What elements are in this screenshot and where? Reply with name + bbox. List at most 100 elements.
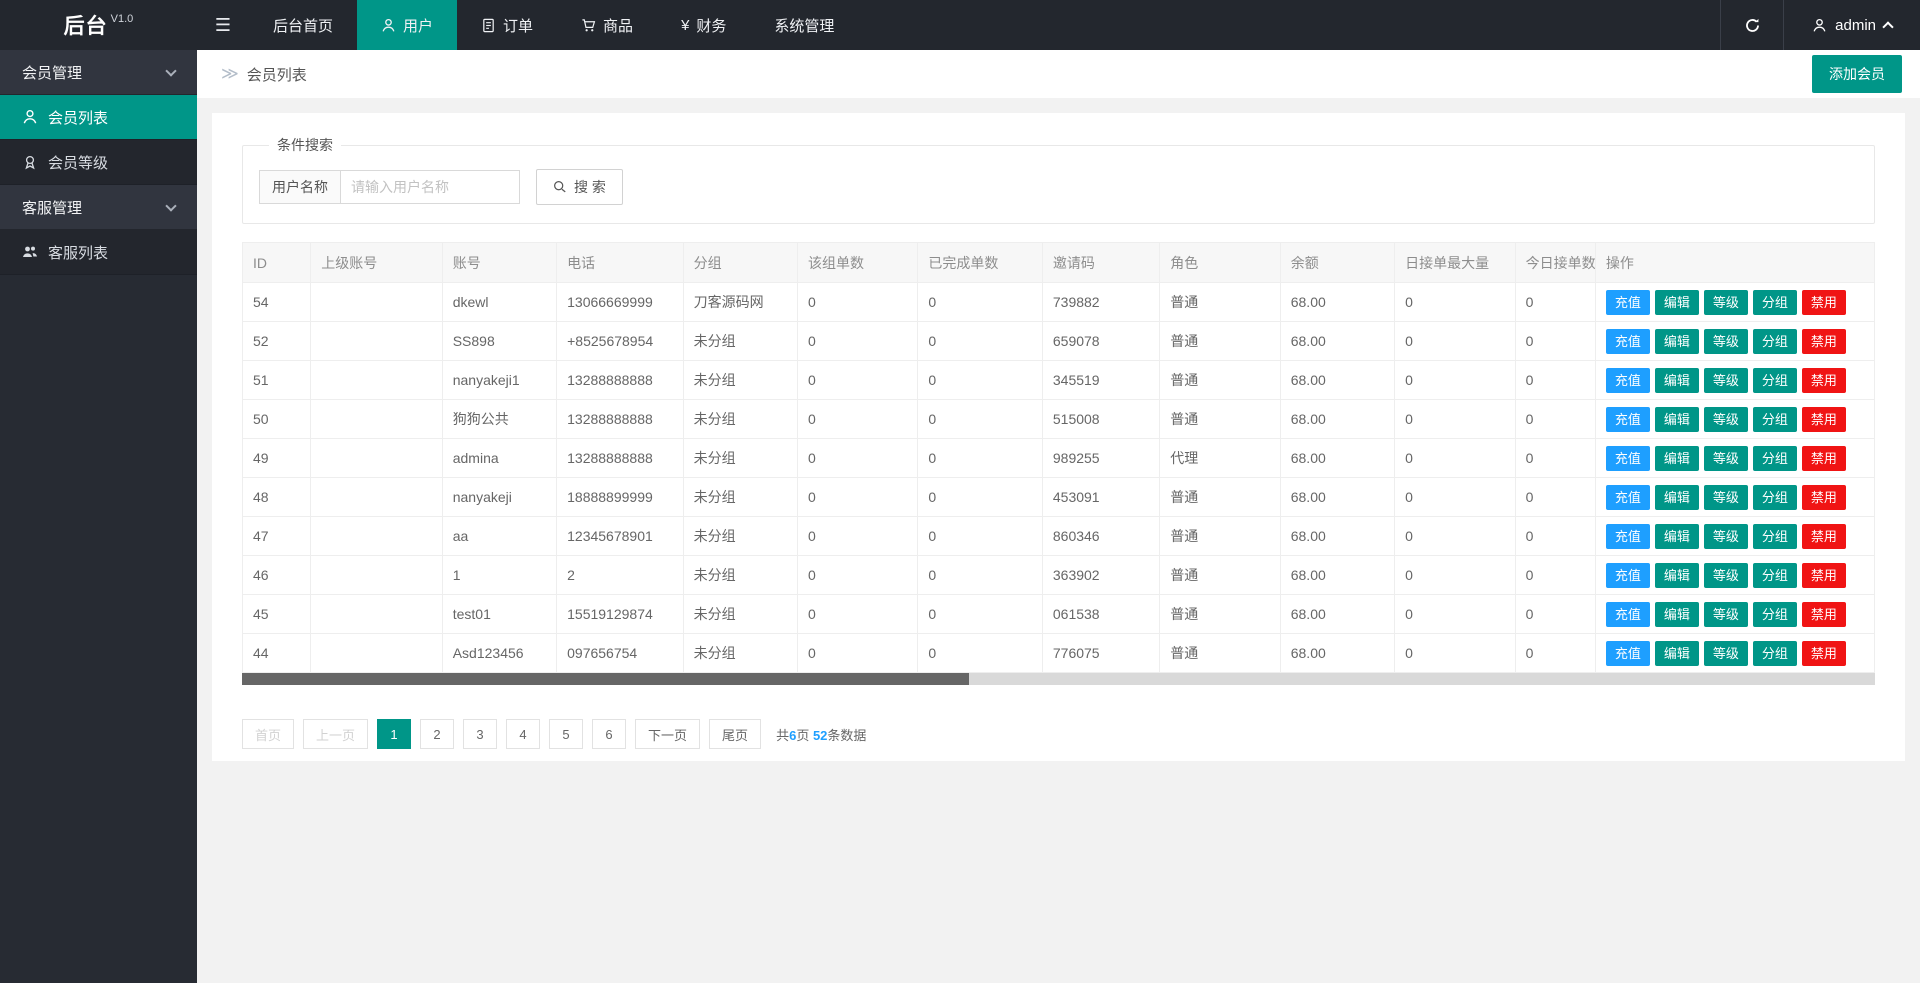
page-button-3[interactable]: 3 bbox=[463, 719, 497, 749]
disable-button[interactable]: 禁用 bbox=[1802, 329, 1846, 354]
sidebar-item-1-2[interactable]: 会员等级 bbox=[0, 140, 197, 185]
total-records: 52 bbox=[813, 728, 827, 743]
group-button[interactable]: 分组 bbox=[1753, 563, 1797, 588]
disable-button[interactable]: 禁用 bbox=[1802, 524, 1846, 549]
app-logo: 后台 V1.0 bbox=[0, 0, 197, 50]
sidebar-item-2-1[interactable]: 客服列表 bbox=[0, 230, 197, 275]
level-button[interactable]: 等级 bbox=[1704, 329, 1748, 354]
recharge-button[interactable]: 充值 bbox=[1606, 563, 1650, 588]
add-member-button[interactable]: 添加会员 bbox=[1812, 55, 1902, 93]
edit-button[interactable]: 编辑 bbox=[1655, 485, 1699, 510]
page-button-1[interactable]: 1 bbox=[377, 719, 411, 749]
table-row: 44Asd123456097656754未分组00776075普通68.0000… bbox=[243, 634, 1875, 673]
edit-button[interactable]: 编辑 bbox=[1655, 563, 1699, 588]
page-button-4[interactable]: 4 bbox=[506, 719, 540, 749]
edit-button[interactable]: 编辑 bbox=[1655, 602, 1699, 627]
page-button-首页[interactable]: 首页 bbox=[242, 719, 294, 749]
nav-item-1[interactable]: 后台首页 bbox=[249, 0, 357, 50]
level-button[interactable]: 等级 bbox=[1704, 407, 1748, 432]
page-button-5[interactable]: 5 bbox=[549, 719, 583, 749]
page-button-2[interactable]: 2 bbox=[420, 719, 454, 749]
group-button[interactable]: 分组 bbox=[1753, 602, 1797, 627]
cell-completed-orders: 0 bbox=[918, 478, 1042, 517]
disable-button[interactable]: 禁用 bbox=[1802, 446, 1846, 471]
recharge-button[interactable]: 充值 bbox=[1606, 329, 1650, 354]
disable-button[interactable]: 禁用 bbox=[1802, 485, 1846, 510]
group-button[interactable]: 分组 bbox=[1753, 290, 1797, 315]
group-button[interactable]: 分组 bbox=[1753, 485, 1797, 510]
sidebar-group-1[interactable]: 会员管理 bbox=[0, 50, 197, 95]
level-button[interactable]: 等级 bbox=[1704, 290, 1748, 315]
column-header: 电话 bbox=[557, 243, 683, 283]
table-row: 47aa12345678901未分组00860346普通68.0000充值编辑等… bbox=[243, 517, 1875, 556]
nav-item-label: 后台首页 bbox=[273, 15, 333, 36]
scrollbar-thumb[interactable] bbox=[242, 673, 969, 685]
nav-item-2[interactable]: 用户 bbox=[357, 0, 457, 50]
group-button[interactable]: 分组 bbox=[1753, 524, 1797, 549]
level-button[interactable]: 等级 bbox=[1704, 563, 1748, 588]
username-input[interactable] bbox=[340, 170, 520, 204]
level-button[interactable]: 等级 bbox=[1704, 485, 1748, 510]
recharge-button[interactable]: 充值 bbox=[1606, 524, 1650, 549]
recharge-button[interactable]: 充值 bbox=[1606, 602, 1650, 627]
group-button[interactable]: 分组 bbox=[1753, 446, 1797, 471]
page-button-下一页[interactable]: 下一页 bbox=[635, 719, 700, 749]
refresh-button[interactable] bbox=[1720, 0, 1784, 50]
breadcrumb: 会员列表 bbox=[247, 64, 307, 85]
user-menu[interactable]: admin bbox=[1784, 0, 1920, 50]
search-button[interactable]: 搜 索 bbox=[536, 169, 623, 205]
level-button[interactable]: 等级 bbox=[1704, 641, 1748, 666]
disable-button[interactable]: 禁用 bbox=[1802, 290, 1846, 315]
group-button[interactable]: 分组 bbox=[1753, 407, 1797, 432]
cell-today-orders: 0 bbox=[1515, 517, 1595, 556]
edit-button[interactable]: 编辑 bbox=[1655, 368, 1699, 393]
nav-item-4[interactable]: 商品 bbox=[557, 0, 657, 50]
cell-actions: 充值编辑等级分组禁用 bbox=[1595, 439, 1874, 478]
edit-button[interactable]: 编辑 bbox=[1655, 524, 1699, 549]
cell-id: 44 bbox=[243, 634, 311, 673]
summary-prefix: 共 bbox=[776, 728, 789, 743]
sidebar-item-1-1[interactable]: 会员列表 bbox=[0, 95, 197, 140]
level-button[interactable]: 等级 bbox=[1704, 524, 1748, 549]
disable-button[interactable]: 禁用 bbox=[1802, 368, 1846, 393]
nav-item-6[interactable]: 系统管理 bbox=[750, 0, 858, 50]
edit-button[interactable]: 编辑 bbox=[1655, 329, 1699, 354]
edit-button[interactable]: 编辑 bbox=[1655, 407, 1699, 432]
group-button[interactable]: 分组 bbox=[1753, 329, 1797, 354]
edit-button[interactable]: 编辑 bbox=[1655, 446, 1699, 471]
recharge-button[interactable]: 充值 bbox=[1606, 407, 1650, 432]
edit-button[interactable]: 编辑 bbox=[1655, 641, 1699, 666]
group-button[interactable]: 分组 bbox=[1753, 641, 1797, 666]
cell-invite-code: 345519 bbox=[1042, 361, 1159, 400]
edit-button[interactable]: 编辑 bbox=[1655, 290, 1699, 315]
page-button-上一页[interactable]: 上一页 bbox=[303, 719, 368, 749]
level-button[interactable]: 等级 bbox=[1704, 368, 1748, 393]
sidebar-item-label: 会员等级 bbox=[48, 152, 108, 173]
level-button[interactable]: 等级 bbox=[1704, 446, 1748, 471]
level-button[interactable]: 等级 bbox=[1704, 602, 1748, 627]
cell-phone: 15519129874 bbox=[557, 595, 683, 634]
nav-item-5[interactable]: ¥财务 bbox=[657, 0, 750, 50]
recharge-button[interactable]: 充值 bbox=[1606, 485, 1650, 510]
cell-daily-max: 0 bbox=[1395, 283, 1515, 322]
recharge-button[interactable]: 充值 bbox=[1606, 446, 1650, 471]
cell-phone: +8525678954 bbox=[557, 322, 683, 361]
disable-button[interactable]: 禁用 bbox=[1802, 563, 1846, 588]
sidebar-group-2[interactable]: 客服管理 bbox=[0, 185, 197, 230]
recharge-button[interactable]: 充值 bbox=[1606, 368, 1650, 393]
recharge-button[interactable]: 充值 bbox=[1606, 641, 1650, 666]
disable-button[interactable]: 禁用 bbox=[1802, 602, 1846, 627]
cell-group: 未分组 bbox=[683, 400, 797, 439]
cell-parent-account bbox=[311, 439, 442, 478]
search-panel-title: 条件搜索 bbox=[269, 135, 341, 155]
disable-button[interactable]: 禁用 bbox=[1802, 407, 1846, 432]
cell-invite-code: 739882 bbox=[1042, 283, 1159, 322]
menu-toggle-icon[interactable]: ☰ bbox=[197, 0, 249, 50]
page-button-尾页[interactable]: 尾页 bbox=[709, 719, 761, 749]
disable-button[interactable]: 禁用 bbox=[1802, 641, 1846, 666]
group-button[interactable]: 分组 bbox=[1753, 368, 1797, 393]
nav-item-3[interactable]: 订单 bbox=[457, 0, 557, 50]
recharge-button[interactable]: 充值 bbox=[1606, 290, 1650, 315]
page-button-6[interactable]: 6 bbox=[592, 719, 626, 749]
cell-group-orders: 0 bbox=[797, 322, 917, 361]
